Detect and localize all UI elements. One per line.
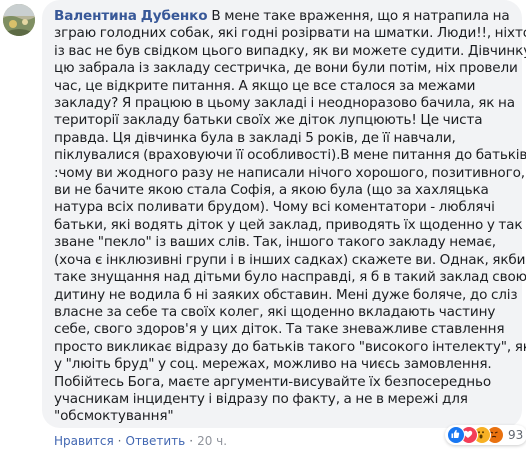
like-icon bbox=[447, 426, 465, 444]
comment-line: із вас не був свідком цього випадку, як … bbox=[54, 42, 526, 59]
comment-body: Валентина Дубенко В мене таке враження, щ… bbox=[54, 8, 526, 426]
comment-line: зване "пекло" із ваших слів. Так, іншого… bbox=[54, 234, 496, 251]
comment: Валентина Дубенко В мене таке враження, щ… bbox=[0, 0, 526, 455]
comment-line: таке знущання над дітьми було насправді,… bbox=[54, 269, 526, 286]
comment-line: Валентина Дубенко В мене таке враження, щ… bbox=[54, 8, 514, 25]
avatar[interactable] bbox=[3, 4, 35, 36]
reaction-count: 93 bbox=[508, 428, 524, 442]
comment-line: натура всіх поливати брудом). Чому всі к… bbox=[54, 199, 495, 216]
comment-line: :чому ви жодного разу не написали нічого… bbox=[54, 164, 525, 181]
timestamp[interactable]: 20 ч. bbox=[197, 434, 227, 448]
comment-line: учасникам інциденту і відразу по факту, … bbox=[54, 390, 468, 407]
comment-line: піклувалися (враховуючи її особливості).… bbox=[54, 147, 526, 164]
comment-line: "обсмоктування" bbox=[54, 408, 174, 425]
reactions-summary[interactable]: 93 bbox=[445, 425, 526, 445]
author-name[interactable]: Валентина Дубенко bbox=[54, 8, 208, 24]
comment-line: території закладу батьки своїх же діток … bbox=[54, 112, 483, 129]
comment-line: (хоча є інклюзивні групи і в інших садка… bbox=[54, 251, 526, 268]
comment-line: цю забрала із закладу сестричка, де вони… bbox=[54, 60, 518, 77]
comment-line: просто викликає відразу до батьків таког… bbox=[54, 338, 526, 355]
comment-line: себе, свого здоров'я у цих діток. Та так… bbox=[54, 321, 505, 338]
comment-line: правда. Ця дівчинка була в закладі 5 рок… bbox=[54, 129, 456, 146]
comment-line: батьки, які водять діток у цей заклад, п… bbox=[54, 216, 523, 233]
comment-line: Побійтесь Бога, маєте аргументи-висувайт… bbox=[54, 373, 492, 390]
reply-link[interactable]: Ответить bbox=[126, 434, 186, 448]
comment-line: власне за себе та своїх колег, які щоден… bbox=[54, 303, 496, 320]
separator: · bbox=[189, 434, 194, 448]
comment-bubble: Валентина Дубенко В мене таке враження, щ… bbox=[42, 0, 526, 428]
comment-line: час, це відкрите питання. А якщо це все … bbox=[54, 77, 476, 94]
comment-line: ви не бачите якою стала Софія, а якою бу… bbox=[54, 182, 489, 199]
comment-line-text: В мене таке враження, що я натрапила на bbox=[211, 8, 510, 24]
avatar-image bbox=[3, 4, 35, 36]
comment-line: зграю голодних собак, які годні розірват… bbox=[54, 25, 526, 42]
comment-line: закладу? Я працюю в цьому закладі і неод… bbox=[54, 95, 515, 112]
like-link[interactable]: Нравится bbox=[54, 434, 114, 448]
comment-line: у "люіть бруд" у соц. мережах, можливо н… bbox=[54, 356, 492, 373]
separator: · bbox=[117, 434, 122, 448]
comment-line: дитину не водила б ні заяких обставин. М… bbox=[54, 286, 518, 303]
comment-actions: Нравится · Ответить · 20 ч. bbox=[54, 432, 227, 450]
